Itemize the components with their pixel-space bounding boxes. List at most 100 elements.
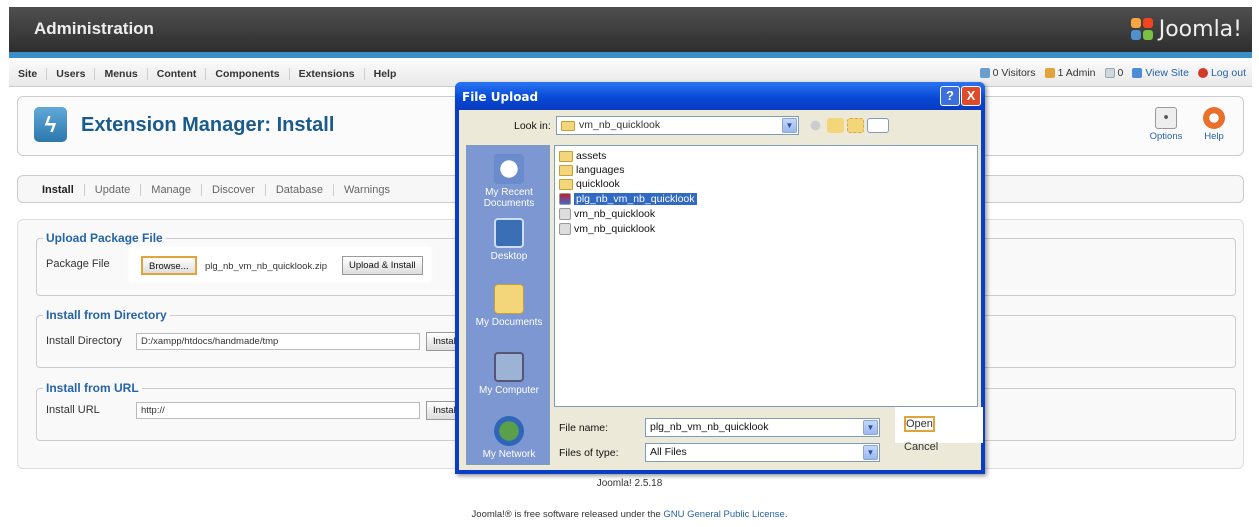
views-icon[interactable] (867, 118, 889, 133)
install-url-legend: Install from URL (46, 381, 139, 395)
tab-update[interactable]: Update (85, 184, 142, 196)
logout-label: Log out (1210, 67, 1246, 79)
my-documents-icon (494, 284, 524, 314)
admins-status[interactable]: 1 Admin (1044, 67, 1096, 79)
list-item[interactable]: quicklook (559, 177, 620, 191)
monitor-icon (1132, 68, 1143, 78)
back-icon[interactable] (807, 118, 824, 133)
place-label: My Computer (478, 385, 539, 396)
file-name: languages (576, 164, 625, 176)
up-folder-icon[interactable] (827, 118, 844, 133)
place-label: Desktop (490, 251, 528, 262)
open-button[interactable]: Open (904, 416, 935, 432)
place-my-computer[interactable]: My Computer (467, 352, 551, 396)
menu-site[interactable]: Site (9, 68, 48, 80)
place-label: My Network (482, 449, 536, 460)
header-title: Administration (34, 19, 154, 38)
file-type-select[interactable]: All Files ▼ (645, 443, 880, 462)
dialog-nav-icons (807, 118, 892, 133)
install-url-button[interactable]: Instal (426, 401, 456, 420)
tab-install[interactable]: Install (32, 184, 85, 196)
mail-icon (1104, 68, 1115, 78)
extension-manager-icon: ϟ (34, 107, 67, 142)
file-list: assets languages quicklook plg_nb_vm_nb_… (554, 145, 978, 407)
chevron-down-icon[interactable]: ▼ (863, 420, 878, 435)
admins-count: 1 Admin (1057, 67, 1096, 79)
install-url-input[interactable]: http:// (136, 402, 420, 419)
package-file-value: plg_nb_vm_nb_quicklook.zip (205, 261, 327, 272)
file-name-value: plg_nb_vm_nb_quicklook (650, 421, 769, 433)
package-file-label: Package File (46, 258, 110, 270)
cancel-button[interactable]: Cancel (904, 441, 938, 453)
menu-menus[interactable]: Menus (95, 68, 148, 80)
folder-icon (561, 121, 575, 131)
look-in-label: Look in: (514, 120, 551, 132)
footer-version: Joomla! 2.5.18 (596, 478, 663, 489)
install-directory-input[interactable]: D:/xampp/htdocs/handmade/tmp (136, 333, 420, 350)
list-item[interactable]: vm_nb_quicklook (559, 207, 655, 221)
menu-help[interactable]: Help (365, 68, 406, 80)
messages-status[interactable]: 0 (1104, 67, 1123, 79)
options-button[interactable]: ꔷ Options (1144, 104, 1188, 148)
menu-extensions[interactable]: Extensions (290, 68, 365, 80)
admin-header: Administration Joomla! (9, 7, 1252, 52)
place-my-documents[interactable]: My Documents (467, 284, 551, 328)
place-label: My Documents (475, 317, 543, 328)
submenu-tabs: Install Update Manage Discover Database … (32, 184, 400, 196)
place-my-network[interactable]: My Network (467, 416, 551, 460)
list-item[interactable]: vm_nb_quicklook (559, 222, 655, 236)
lifebuoy-icon (1203, 107, 1225, 129)
license-suffix: . (784, 509, 788, 520)
new-folder-icon[interactable] (847, 118, 864, 133)
view-site-link[interactable]: View Site (1132, 67, 1189, 79)
help-button[interactable]: Help (1192, 104, 1236, 148)
status-bar: 0 Visitors 1 Admin 0 View Site Log out (971, 67, 1246, 79)
tab-manage[interactable]: Manage (141, 184, 203, 196)
tab-warnings[interactable]: Warnings (334, 184, 400, 196)
place-recent-documents[interactable]: My Recent Documents (467, 154, 551, 209)
license-link[interactable]: GNU General Public License (663, 509, 784, 520)
list-item[interactable]: languages (559, 163, 624, 177)
file-name: assets (576, 150, 607, 162)
chevron-down-icon[interactable]: ▼ (863, 445, 878, 460)
file-type-value: All Files (650, 446, 687, 458)
file-name-label: File name: (559, 422, 609, 434)
joomla-logo-icon (1130, 17, 1155, 42)
power-icon (1197, 68, 1208, 78)
dialog-close-button[interactable]: X (961, 86, 981, 106)
menu-users[interactable]: Users (47, 68, 96, 80)
install-directory-label: Install Directory (46, 335, 122, 347)
joomla-logo[interactable]: Joomla! (1130, 16, 1242, 43)
list-item-selected[interactable]: plg_nb_vm_nb_quicklook (559, 192, 697, 206)
file-name: quicklook (576, 178, 620, 190)
file-name-input[interactable]: plg_nb_vm_nb_quicklook ▼ (645, 418, 880, 437)
list-item[interactable]: assets (559, 149, 606, 163)
tab-discover[interactable]: Discover (202, 184, 266, 196)
logout-link[interactable]: Log out (1197, 67, 1246, 79)
look-in-select[interactable]: vm_nb_quicklook ▼ (556, 116, 799, 135)
dialog-help-button[interactable]: ? (940, 86, 960, 106)
visitors-status[interactable]: 0 Visitors (979, 67, 1036, 79)
install-url-label: Install URL (46, 404, 100, 416)
folder-icon (559, 150, 573, 162)
chevron-down-icon[interactable]: ▼ (782, 118, 797, 133)
upload-install-button[interactable]: Upload & Install (342, 256, 423, 275)
users-icon (979, 68, 990, 78)
page-title: Extension Manager: Install (81, 114, 335, 136)
install-directory-legend: Install from Directory (46, 308, 167, 322)
dialog-titlebar[interactable]: File Upload ? X (455, 82, 985, 110)
tab-database[interactable]: Database (266, 184, 334, 196)
my-network-icon (494, 416, 524, 446)
dialog-title: File Upload (462, 90, 539, 104)
file-name: vm_nb_quicklook (574, 208, 656, 220)
install-directory-button[interactable]: Instal (426, 332, 456, 351)
file-type-label: Files of type: (559, 447, 619, 459)
menu-components[interactable]: Components (206, 68, 290, 80)
browse-button[interactable]: Browse... (141, 256, 197, 275)
menu-content[interactable]: Content (148, 68, 207, 80)
user-icon (1044, 68, 1055, 78)
places-bar: My Recent Documents Desktop My Documents… (466, 145, 550, 465)
file-icon (559, 223, 571, 235)
options-label: Options (1149, 131, 1183, 142)
place-desktop[interactable]: Desktop (467, 218, 551, 262)
